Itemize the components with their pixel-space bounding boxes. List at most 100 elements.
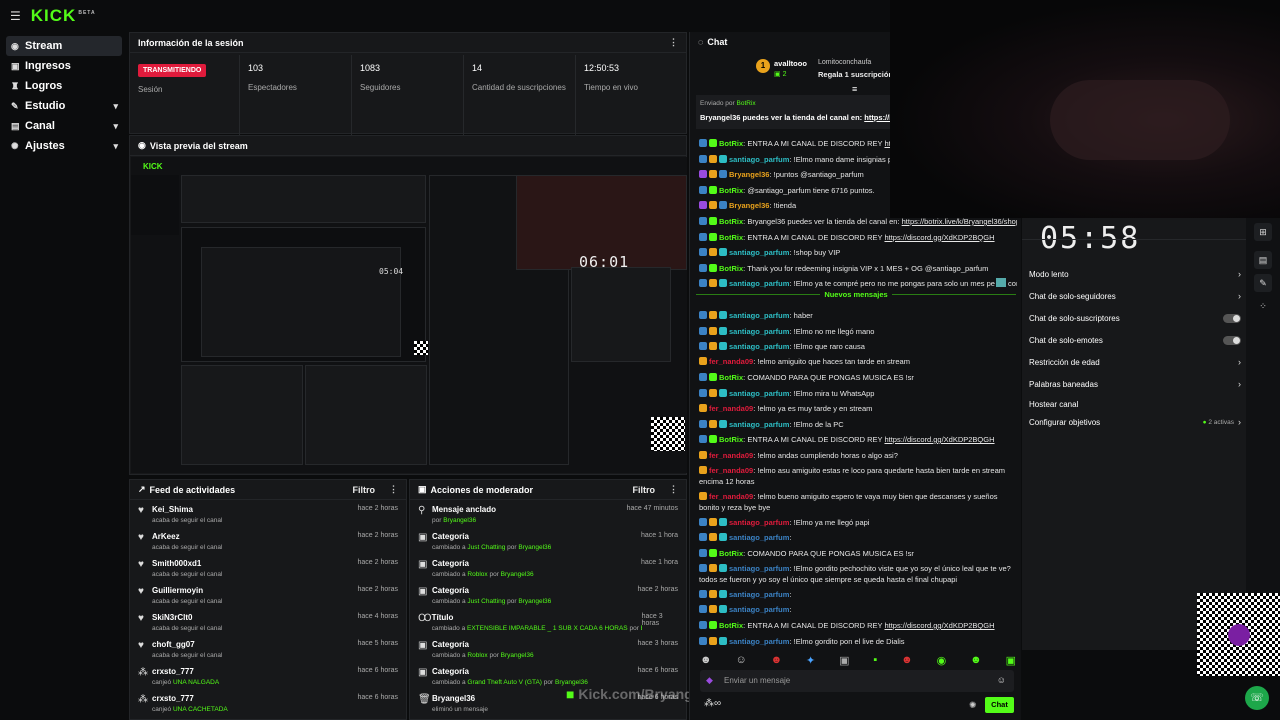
nested-settings: [571, 267, 671, 362]
chat-message[interactable]: fer_nanda09: !elmo bueno amiguito espero…: [699, 491, 1017, 513]
chat-setting-row[interactable]: Hostear canal: [1029, 396, 1241, 412]
stat-followers: 1083 Seguidores: [352, 55, 464, 135]
sidebar: ◉ Stream ▣ Ingresos ♜ Logros ✎ Estudio ▾ ▤ Can…: [0, 32, 128, 720]
chat-message[interactable]: santiago_parfum: !shop buy VIP: [699, 247, 1017, 258]
chat-setting-row[interactable]: Modo lento ›: [1029, 266, 1241, 282]
chat-message[interactable]: BotRix: COMANDO PARA QUE PONGAS MUSICA E…: [699, 548, 1017, 559]
chevron-down-icon: ▾: [113, 100, 118, 111]
chat-message[interactable]: BotRix: ENTRA A MI CANAL DE DISCORD REY …: [699, 434, 1017, 445]
sidebar-item-ajustes[interactable]: ✺ Ajustes ▾: [6, 136, 122, 156]
kick-logo[interactable]: KICK BETA: [31, 6, 96, 26]
emote-icon[interactable]: ☻: [771, 654, 783, 668]
panel-header: ▣ Acciones de moderador Filtro ⋮: [410, 480, 686, 500]
chat-message[interactable]: fer_nanda09: !elmo andas cumpliendo hora…: [699, 450, 1017, 461]
mod-actions-panel: ▣ Acciones de moderador Filtro ⋮ ⚲ Mensaje …: [409, 479, 687, 720]
chat-message[interactable]: santiago_parfum: !Elmo ya te compré pero…: [699, 278, 1017, 289]
sidebar-item-canal[interactable]: ▤ Canal ▾: [6, 116, 122, 136]
sidebar-item-stream[interactable]: ◉ Stream: [6, 36, 122, 56]
panel-header: ↗ Feed de actividades Filtro ⋮: [130, 480, 406, 500]
chat-message[interactable]: santiago_parfum: haber: [699, 310, 1017, 321]
mod-action-row: ⚲ Mensaje anclado por Bryangel36 hace 47…: [418, 505, 678, 524]
chat-setting-row[interactable]: Configurar objetivos ● 2 activas ›: [1029, 414, 1241, 430]
category-icon: ▣: [418, 640, 428, 651]
chat-message[interactable]: BotRix: ENTRA A MI CANAL DE DISCORD REY …: [699, 232, 1017, 243]
chat-message[interactable]: santiago_parfum: !Elmo de la PC: [699, 419, 1017, 430]
emote-icon[interactable]: ☻: [901, 654, 913, 668]
more-icon[interactable]: ⋮: [669, 37, 678, 48]
activity-row: ♥ Guilliermoyin acaba de seguir el canal…: [138, 586, 398, 605]
stat-live-time: 12:50:53 Tiempo en vivo: [584, 63, 638, 92]
emote-icon[interactable]: ◉: [937, 654, 947, 668]
emote-icon[interactable]: ☻: [700, 654, 712, 668]
heart-icon: ♥: [138, 586, 144, 597]
nested-modactions: [305, 365, 427, 465]
nested-qr-code-2: [414, 341, 428, 355]
chat-message[interactable]: santiago_parfum:: [699, 589, 1017, 600]
emoji-icon[interactable]: ☺: [997, 675, 1006, 685]
title-icon: Ꝏ: [418, 613, 432, 624]
activity-list: ♥ Kei_Shima acaba de seguir el canal hac…: [130, 500, 406, 716]
support-button[interactable]: ☏: [1245, 686, 1269, 710]
emote-icon[interactable]: ☺: [735, 654, 746, 668]
chat-setting-row[interactable]: Chat de solo-suscriptores: [1029, 310, 1241, 326]
activity-row: ♥ Kei_Shima acaba de seguir el canal hac…: [138, 505, 398, 524]
sidebar-item-logros[interactable]: ♜ Logros: [6, 76, 122, 96]
chat-setting-row[interactable]: Chat de solo-seguidores ›: [1029, 288, 1241, 304]
chat-input[interactable]: ◆ Enviar un mensaje ☺: [700, 670, 1014, 692]
filter-button[interactable]: Filtro: [633, 485, 656, 495]
panel-header: ◉ Vista previa del stream: [130, 136, 686, 156]
emote-icon[interactable]: ▣: [839, 654, 849, 668]
sidebar-item-estudio[interactable]: ✎ Estudio ▾: [6, 96, 122, 116]
window-icon[interactable]: ▤: [1254, 251, 1272, 269]
sidebar-item-ingresos[interactable]: ▣ Ingresos: [6, 56, 122, 76]
eye-icon: ◉: [138, 140, 146, 150]
points-balance[interactable]: ⁂∞: [704, 698, 721, 709]
chat-message[interactable]: santiago_parfum: !Elmo mira tu WhatsApp: [699, 388, 1017, 399]
more-icon[interactable]: ⋮: [389, 484, 398, 495]
emote-icon[interactable]: ▣: [1006, 654, 1016, 668]
broadcast-icon: ◉: [11, 40, 19, 51]
pinned-toggle-icon[interactable]: ≡: [852, 84, 857, 94]
reward-icon: ⁂: [138, 667, 148, 678]
session-info-panel: Información de la sesión ⋮ TRANSMITIENDO …: [129, 32, 687, 135]
chat-message[interactable]: fer_nanda09: !elmo amiguito que haces ta…: [699, 356, 1017, 367]
chat-message[interactable]: BotRix: COMANDO PARA QUE PONGAS MUSICA E…: [699, 372, 1017, 383]
chat-setting-row[interactable]: Chat de solo-emotes: [1029, 332, 1241, 348]
activity-row: ⁂ crxsto_777 canjeó UNA CACHETADA hace 6…: [138, 694, 398, 713]
chat-settings-icon[interactable]: ✺: [969, 700, 977, 711]
menu-icon[interactable]: ☰: [10, 9, 21, 23]
chevron-down-icon: ▾: [113, 140, 118, 151]
chat-message[interactable]: santiago_parfum: !Elmo que raro causa: [699, 341, 1017, 352]
chat-message[interactable]: santiago_parfum: !Elmo ya me llegó papi: [699, 517, 1017, 528]
chat-message[interactable]: BotRix: ENTRA A MI CANAL DE DISCORD REY …: [699, 620, 1017, 631]
mod-actions-list: ⚲ Mensaje anclado por Bryangel36 hace 47…: [410, 500, 686, 716]
toggle-switch[interactable]: [1223, 335, 1241, 345]
studio-icon: ✎: [11, 100, 19, 111]
toggle-switch[interactable]: [1223, 313, 1241, 323]
emote-icon[interactable]: ☻: [970, 654, 982, 668]
chat-message[interactable]: santiago_parfum: !Elmo gordito pon el li…: [699, 636, 1017, 647]
stream-preview-video[interactable]: KICK 06:01 05:04: [131, 157, 687, 473]
chat-message[interactable]: santiago_parfum: !Elmo no me llegó mano: [699, 326, 1017, 337]
chat-message[interactable]: santiago_parfum: !Elmo gordito pechochit…: [699, 563, 1017, 585]
heart-icon: ♥: [138, 505, 144, 516]
category-icon: ▣: [418, 559, 428, 570]
chat-message[interactable]: santiago_parfum:: [699, 604, 1017, 615]
chat-setting-row[interactable]: Restricción de edad ›: [1029, 354, 1241, 370]
more-icon[interactable]: ⋮: [669, 484, 678, 495]
drag-handle-icon[interactable]: ⁘: [1254, 297, 1272, 315]
chat-message[interactable]: fer_nanda09: !elmo asu amiguito estas re…: [699, 465, 1017, 487]
send-chat-button[interactable]: Chat: [985, 697, 1014, 713]
chat-message[interactable]: BotRix: Thank you for redeeming insignia…: [699, 263, 1017, 274]
emote-bar: ☻ ☺ ☻ ✦ ▣ ▪ ☻ ◉ ☻ ▣: [700, 654, 1016, 668]
chat-setting-row[interactable]: Palabras baneadas ›: [1029, 376, 1241, 392]
emote-icon[interactable]: ✦: [806, 654, 815, 668]
wrench-icon[interactable]: ✎: [1254, 274, 1272, 292]
emote-icon[interactable]: ▪: [873, 654, 877, 668]
chat-message[interactable]: santiago_parfum:: [699, 532, 1017, 543]
chevron-right-icon: ›: [1238, 357, 1241, 367]
category-icon: ▣: [418, 532, 428, 543]
chat-message[interactable]: fer_nanda09: !elmo ya es muy tarde y en …: [699, 403, 1017, 414]
filter-button[interactable]: Filtro: [353, 485, 376, 495]
layout-icon[interactable]: ⊞: [1254, 223, 1272, 241]
